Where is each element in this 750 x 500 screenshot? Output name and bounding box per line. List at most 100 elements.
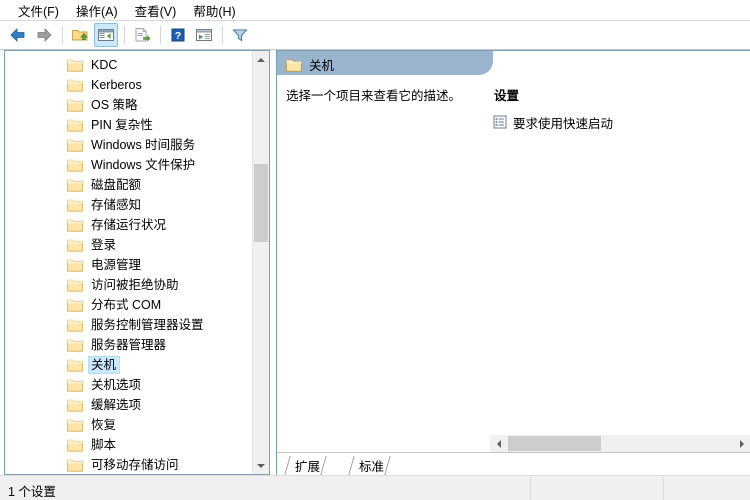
- toolbar-separator-3: [160, 26, 161, 44]
- scroll-left-button[interactable]: [490, 435, 507, 452]
- tree-item-service-control-manager-settings[interactable]: 服务控制管理器设置: [5, 315, 252, 335]
- tree-item-recovery[interactable]: 恢复: [5, 415, 252, 435]
- tree-item-label: 缓解选项: [91, 398, 142, 412]
- tree-item-server-manager[interactable]: 服务器管理器: [5, 335, 252, 355]
- folder-icon: [67, 119, 83, 132]
- results-horizontal-scrollbar[interactable]: [277, 435, 750, 452]
- gpedit-window: 文件(F) 操作(A) 查看(V) 帮助(H) ? KDC Kerberos O…: [0, 0, 750, 500]
- folder-icon: [67, 419, 83, 432]
- tree-item-label: 恢复: [91, 418, 117, 432]
- filter-button[interactable]: [228, 23, 252, 47]
- tree-item-label: 可移动存储访问: [91, 458, 179, 472]
- folder-icon: [67, 99, 83, 112]
- scrollbar-thumb[interactable]: [508, 436, 601, 451]
- scroll-right-icon: [739, 439, 744, 448]
- tree-item-kdc[interactable]: KDC: [5, 55, 252, 75]
- tree-item-pin-complexity[interactable]: PIN 复杂性: [5, 115, 252, 135]
- folder-icon: [67, 379, 83, 392]
- tab-edge-right: [320, 456, 327, 475]
- tree-item-label: 分布式 COM: [91, 298, 162, 312]
- show-console-tree-button[interactable]: [94, 23, 118, 47]
- tree-item-logon[interactable]: 登录: [5, 235, 252, 255]
- back-button[interactable]: [6, 23, 30, 47]
- tree-vertical-scrollbar[interactable]: [252, 51, 269, 474]
- folder-icon: [67, 319, 83, 332]
- tree-item-power-management[interactable]: 电源管理: [5, 255, 252, 275]
- help-button[interactable]: ?: [166, 23, 190, 47]
- folder-icon: [67, 199, 83, 212]
- tree-item-kerberos[interactable]: Kerberos: [5, 75, 252, 95]
- menu-file[interactable]: 文件(F): [10, 0, 68, 22]
- tab-extended[interactable]: 扩展: [284, 454, 327, 475]
- scroll-down-button[interactable]: [253, 457, 269, 474]
- up-level-button[interactable]: [68, 23, 92, 47]
- scrollbar-thumb[interactable]: [254, 164, 268, 242]
- setting-item-label: 要求使用快速启动: [513, 116, 614, 131]
- scroll-up-button[interactable]: [253, 51, 269, 68]
- tree-item-label: 存储运行状况: [91, 218, 167, 232]
- tree-item-label: 关机选项: [91, 378, 142, 392]
- menu-action[interactable]: 操作(A): [68, 0, 127, 22]
- tree-item-storage-sense[interactable]: 存储感知: [5, 195, 252, 215]
- folder-icon: [67, 339, 83, 352]
- folder-icon: [67, 299, 83, 312]
- up-folder-icon: [72, 30, 88, 41]
- folder-icon: [67, 279, 83, 292]
- results-pane: 关机 选择一个项目来查看它的描述。 设置 要求使用快速启动 扩展 标准: [276, 50, 750, 475]
- tree-item-label: KDC: [91, 58, 118, 72]
- tree-item-label: 登录: [91, 238, 117, 252]
- tree-item-disk-quota[interactable]: 磁盘配额: [5, 175, 252, 195]
- main-content: KDC Kerberos OS 策略 PIN 复杂性 Windows 时间服务 …: [0, 50, 750, 475]
- folder-icon: [67, 59, 83, 72]
- scroll-down-icon: [257, 463, 265, 468]
- forward-arrow-icon: [37, 28, 52, 42]
- back-arrow-icon: [10, 28, 25, 42]
- toolbar-separator-4: [222, 26, 223, 44]
- folder-icon: [67, 399, 83, 412]
- export-list-button[interactable]: [130, 23, 154, 47]
- tree-item-label: 服务器管理器: [91, 338, 167, 352]
- tab-label: 标准: [359, 459, 385, 474]
- tree-item-access-denied-assistance[interactable]: 访问被拒绝协助: [5, 275, 252, 295]
- tree-item-label: OS 策略: [91, 98, 138, 112]
- tree-item-label: Windows 文件保护: [91, 158, 196, 172]
- setting-item-fast-startup[interactable]: 要求使用快速启动: [493, 113, 743, 131]
- menu-view[interactable]: 查看(V): [127, 0, 186, 22]
- menu-help[interactable]: 帮助(H): [185, 0, 244, 22]
- folder-icon: [67, 239, 83, 252]
- status-text: 1 个设置: [8, 485, 56, 499]
- scrollbar-left-blank: [277, 435, 490, 452]
- status-divider-2: [663, 477, 664, 500]
- tree-item-shutdown[interactable]: 关机: [5, 355, 252, 375]
- status-bar: 1 个设置: [0, 475, 750, 500]
- folder-icon: [67, 179, 83, 192]
- tree-item-distributed-com[interactable]: 分布式 COM: [5, 295, 252, 315]
- results-header-curve: [479, 51, 493, 75]
- tree-item-label: Windows 时间服务: [91, 138, 196, 152]
- status-divider-1: [530, 477, 531, 500]
- tree-item-shutdown-options[interactable]: 关机选项: [5, 375, 252, 395]
- tree-item-windows-file-protection[interactable]: Windows 文件保护: [5, 155, 252, 175]
- policy-tree[interactable]: KDC Kerberos OS 策略 PIN 复杂性 Windows 时间服务 …: [5, 55, 252, 472]
- tree-item-scripts[interactable]: 脚本: [5, 435, 252, 455]
- tree-item-label: 访问被拒绝协助: [91, 278, 179, 292]
- tree-item-storage-health[interactable]: 存储运行状况: [5, 215, 252, 235]
- svg-text:?: ?: [175, 30, 181, 42]
- folder-icon: [67, 259, 83, 272]
- tree-item-windows-time-service[interactable]: Windows 时间服务: [5, 135, 252, 155]
- policy-setting-icon: [493, 115, 507, 129]
- tree-item-mitigation-options[interactable]: 缓解选项: [5, 395, 252, 415]
- results-header: 关机: [286, 55, 334, 74]
- tree-item-os-policy[interactable]: OS 策略: [5, 95, 252, 115]
- scroll-left-icon: [496, 439, 501, 448]
- tree-item-label: 电源管理: [91, 258, 142, 272]
- tree-item-removable-storage-access[interactable]: 可移动存储访问: [5, 455, 252, 472]
- scroll-right-button[interactable]: [733, 435, 750, 452]
- forward-button[interactable]: [32, 23, 56, 47]
- toolbar: ?: [0, 21, 750, 50]
- filter-icon: [232, 29, 248, 42]
- folder-icon: [67, 139, 83, 152]
- tab-standard[interactable]: 标准: [348, 454, 391, 475]
- filter-view-button[interactable]: [192, 23, 216, 47]
- folder-icon: [67, 219, 83, 232]
